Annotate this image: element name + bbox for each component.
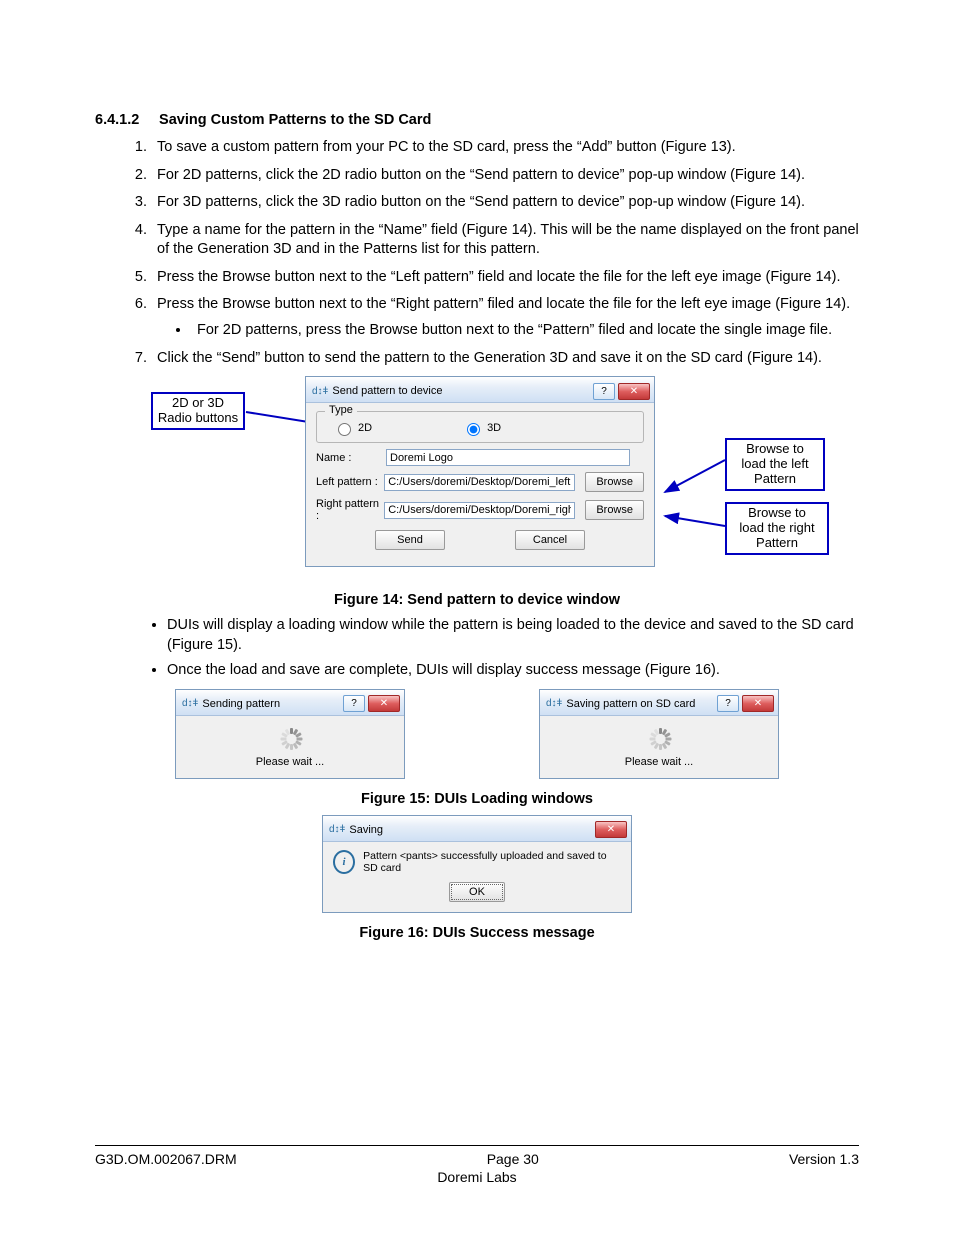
browse-right-button[interactable]: Browse <box>585 500 644 520</box>
success-text: Pattern <pants> successfully uploaded an… <box>363 850 621 874</box>
callout-right-pattern: Browse to load the right Pattern <box>725 502 829 555</box>
dialog-title-bar[interactable]: d↕ǂ Saving ✕ <box>323 816 631 842</box>
app-icon: d↕ǂ <box>182 698 198 709</box>
right-pattern-label: Right pattern : <box>316 498 384 522</box>
type-legend: Type <box>325 404 357 416</box>
figure-14-area: 2D or 3D Radio buttons Browse to load th… <box>95 376 859 586</box>
step-item: Press the Browse button next to the “Lef… <box>151 268 859 288</box>
dialog-title-text: Sending pattern <box>202 698 280 710</box>
dialog-title-bar[interactable]: d↕ǂ Send pattern to device ? ✕ <box>306 377 654 403</box>
app-icon: d↕ǂ <box>312 386 328 397</box>
figure-16-area: d↕ǂ Saving ✕ i Pattern <pants> successfu… <box>95 815 859 913</box>
sending-pattern-dialog: d↕ǂ Sending pattern ? ✕ Please wait ... <box>175 689 405 779</box>
step-item: Type a name for the pattern in the “Name… <box>151 221 859 260</box>
figure-16-caption: Figure 16: DUIs Success message <box>95 925 859 941</box>
radio-2d[interactable]: 2D <box>333 420 372 436</box>
callout-left-pattern: Browse to load the left Pattern <box>725 438 825 491</box>
dialog-title-bar[interactable]: d↕ǂ Saving pattern on SD card ? ✕ <box>540 690 778 716</box>
app-icon: d↕ǂ <box>546 698 562 709</box>
dialog-title-text: Saving pattern on SD card <box>566 698 695 710</box>
success-dialog: d↕ǂ Saving ✕ i Pattern <pants> successfu… <box>322 815 632 913</box>
dialog-title-text: Send pattern to device <box>332 385 442 397</box>
spinner-icon <box>279 728 301 750</box>
app-icon: d↕ǂ <box>329 824 345 835</box>
footer-version: Version 1.3 <box>789 1151 859 1167</box>
footer-company: Doremi Labs <box>95 1169 859 1185</box>
name-label: Name : <box>316 452 386 464</box>
dialog-title-text: Saving <box>349 824 383 836</box>
close-icon[interactable]: ✕ <box>368 695 400 712</box>
name-input[interactable] <box>386 449 630 466</box>
send-pattern-dialog: d↕ǂ Send pattern to device ? ✕ Type 2D 3… <box>305 376 655 567</box>
steps-list: To save a custom pattern from your PC to… <box>95 138 859 368</box>
help-icon[interactable]: ? <box>343 695 365 712</box>
step-item: For 3D patterns, click the 3D radio butt… <box>151 193 859 213</box>
please-wait-text: Please wait ... <box>176 756 404 768</box>
browse-left-button[interactable]: Browse <box>585 472 644 492</box>
type-fieldset: Type 2D 3D <box>316 411 644 443</box>
left-pattern-label: Left pattern : <box>316 476 384 488</box>
figure-14-caption: Figure 14: Send pattern to device window <box>95 592 859 608</box>
step-item: For 2D patterns, click the 2D radio butt… <box>151 166 859 186</box>
callout-radio: 2D or 3D Radio buttons <box>151 392 245 430</box>
figure-15-area: d↕ǂ Sending pattern ? ✕ Please wait ... … <box>95 689 859 779</box>
section-number: 6.4.1.2 <box>95 112 155 128</box>
bullet-item: DUIs will display a loading window while… <box>167 616 859 655</box>
close-icon[interactable]: ✕ <box>742 695 774 712</box>
saving-on-sd-dialog: d↕ǂ Saving pattern on SD card ? ✕ Please… <box>539 689 779 779</box>
help-icon[interactable]: ? <box>717 695 739 712</box>
close-icon[interactable]: ✕ <box>618 383 650 400</box>
step-item: Press the Browse button next to the “Rig… <box>151 295 859 340</box>
step-item: Click the “Send” button to send the patt… <box>151 349 859 369</box>
section-heading: 6.4.1.2 Saving Custom Patterns to the SD… <box>95 112 859 128</box>
close-icon[interactable]: ✕ <box>595 821 627 838</box>
help-icon[interactable]: ? <box>593 383 615 400</box>
radio-3d[interactable]: 3D <box>462 420 501 436</box>
please-wait-text: Please wait ... <box>540 756 778 768</box>
post-figure-bullets: DUIs will display a loading window while… <box>167 616 859 681</box>
cancel-button[interactable]: Cancel <box>515 530 585 550</box>
ok-button[interactable]: OK <box>449 882 505 902</box>
send-button[interactable]: Send <box>375 530 445 550</box>
dialog-title-bar[interactable]: d↕ǂ Sending pattern ? ✕ <box>176 690 404 716</box>
bullet-item: Once the load and save are complete, DUI… <box>167 661 859 681</box>
step-item: To save a custom pattern from your PC to… <box>151 138 859 158</box>
sub-bullet: For 2D patterns, press the Browse button… <box>191 321 859 341</box>
figure-15-caption: Figure 15: DUIs Loading windows <box>95 791 859 807</box>
page-footer: G3D.OM.002067.DRM Page 30 Version 1.3 Do… <box>95 1145 859 1185</box>
info-icon: i <box>333 850 355 874</box>
footer-page: Page 30 <box>487 1151 539 1167</box>
right-pattern-input[interactable] <box>384 502 575 519</box>
section-title: Saving Custom Patterns to the SD Card <box>159 112 431 128</box>
spinner-icon <box>648 728 670 750</box>
footer-doc-id: G3D.OM.002067.DRM <box>95 1151 237 1167</box>
left-pattern-input[interactable] <box>384 474 575 491</box>
